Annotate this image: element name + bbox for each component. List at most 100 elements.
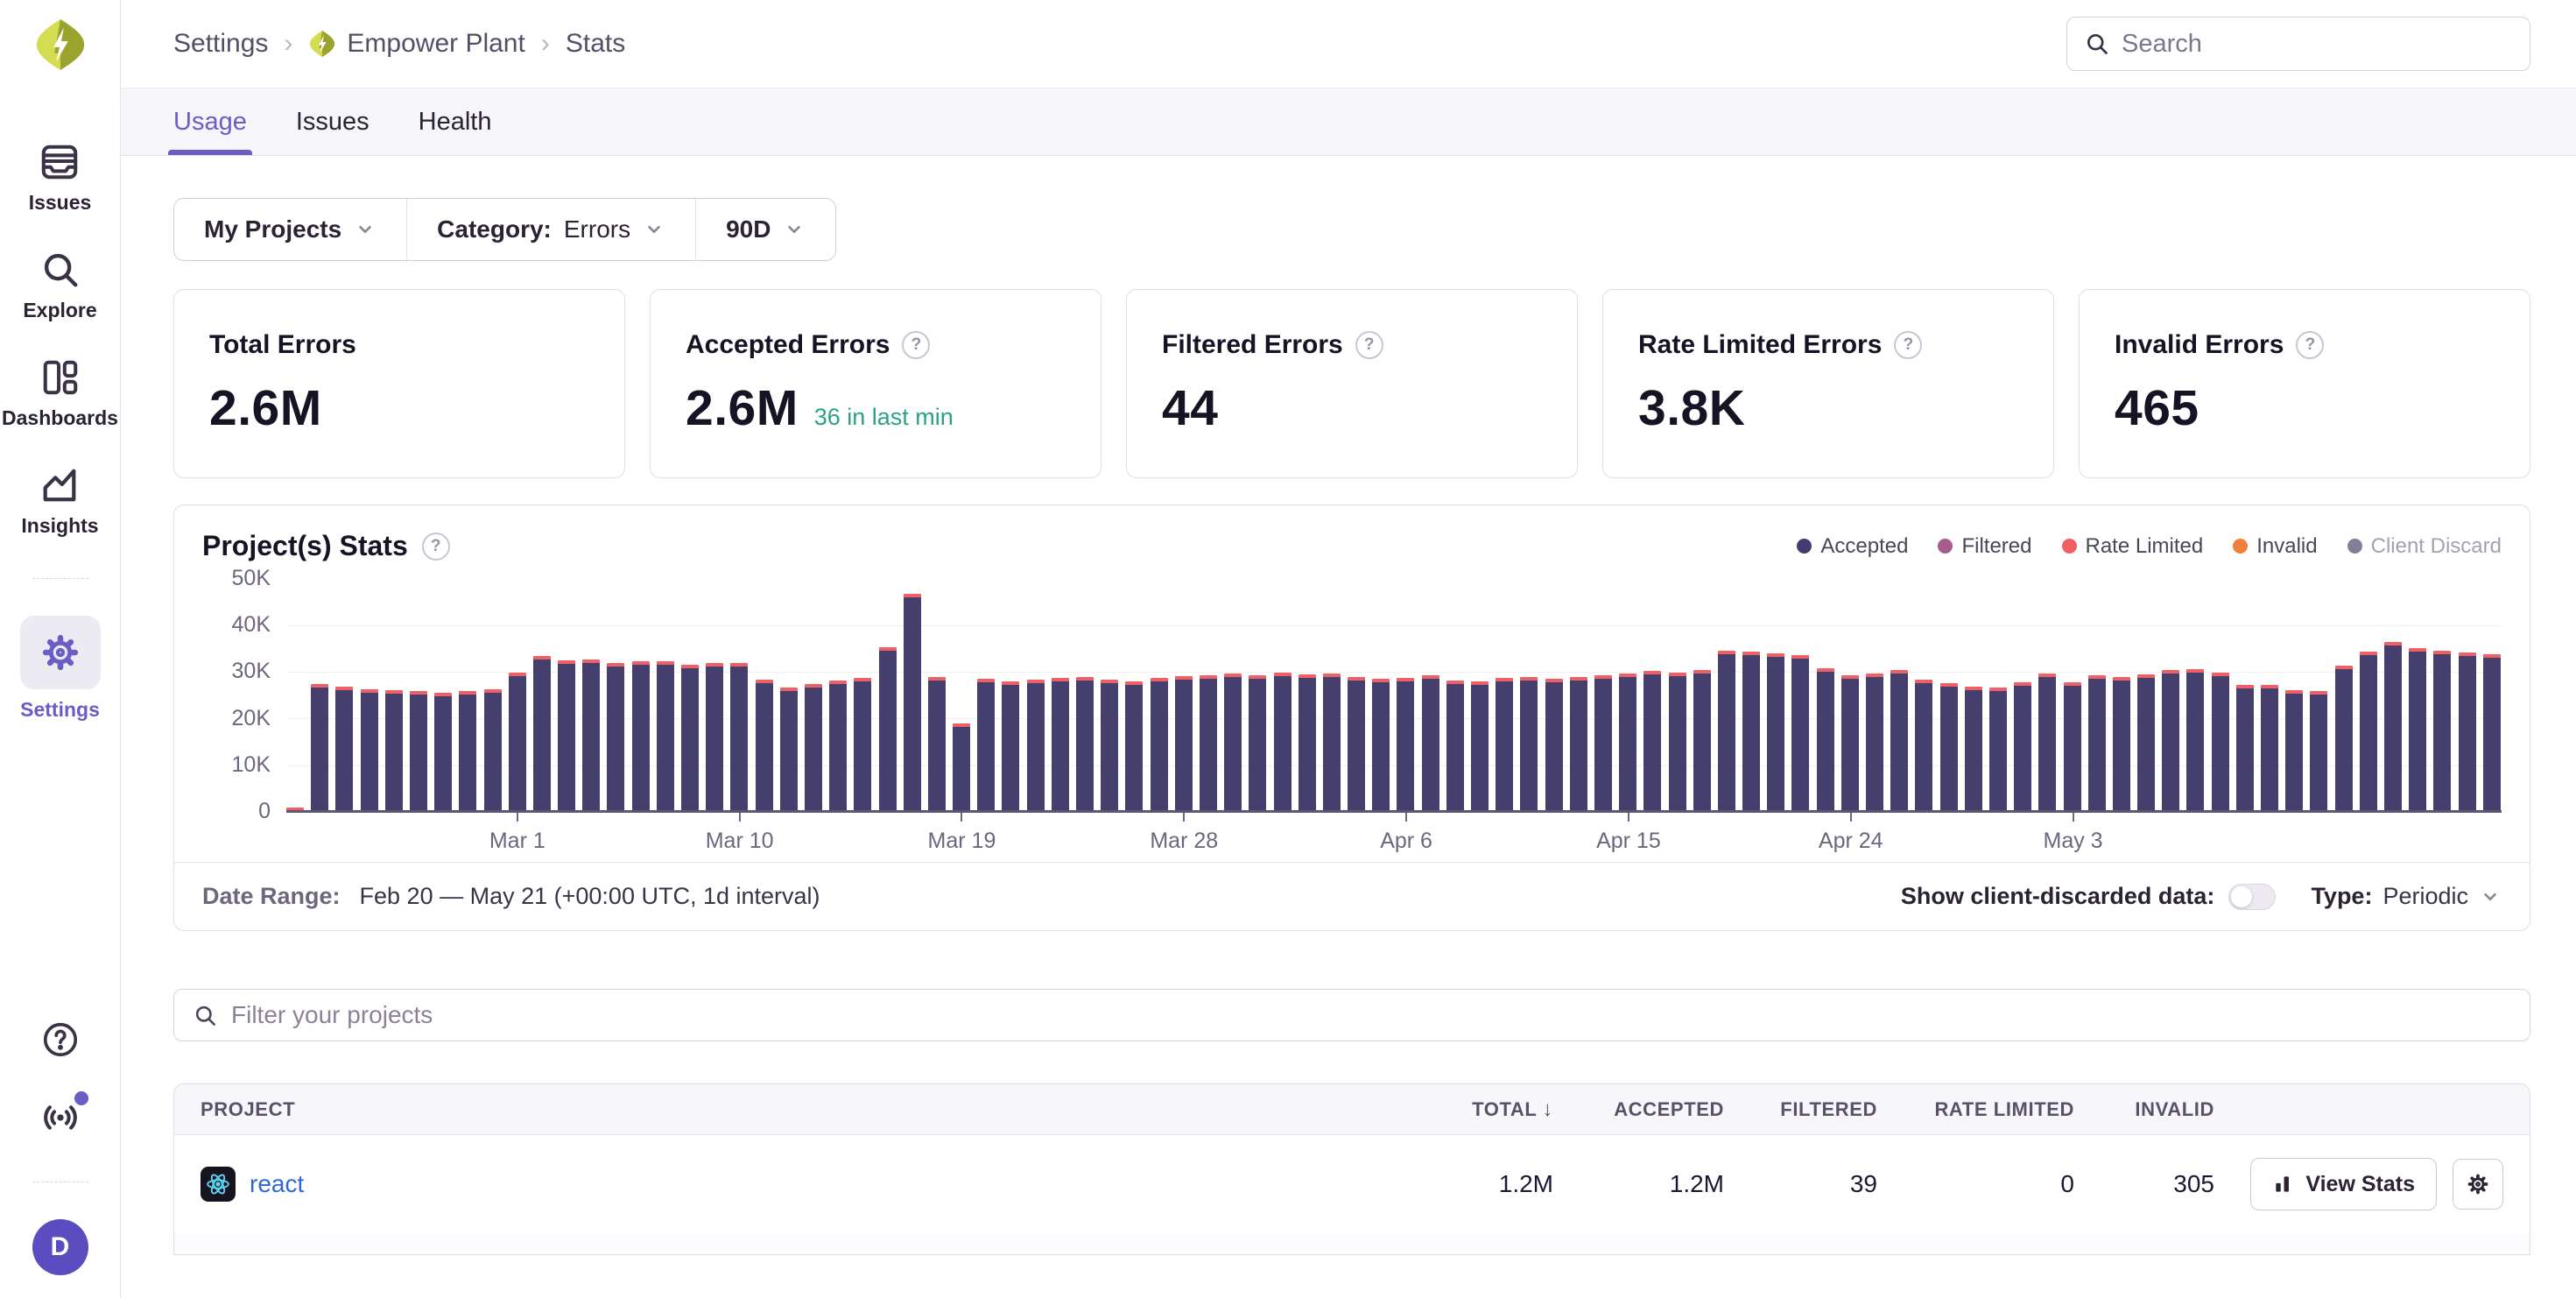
sort-desc-icon: ↓ bbox=[1542, 1097, 1553, 1122]
x-tickmark bbox=[517, 813, 518, 822]
chart-bar bbox=[1965, 687, 1982, 810]
breadcrumb-settings[interactable]: Settings bbox=[173, 29, 268, 59]
chevron-down-icon bbox=[354, 218, 377, 241]
card-value: 44 bbox=[1162, 379, 1218, 437]
help-icon bbox=[41, 1020, 80, 1059]
legend-item-filtered[interactable]: Filtered bbox=[1938, 534, 2031, 559]
gear-icon bbox=[40, 632, 81, 673]
tab-bar: Usage Issues Health bbox=[121, 88, 2576, 156]
chart-bar bbox=[1348, 677, 1365, 810]
category-selector[interactable]: Category: Errors bbox=[406, 199, 695, 260]
sidebar: Issues Explore Dashboards Insights Setti… bbox=[0, 0, 121, 1298]
chart-bar bbox=[1643, 671, 1661, 810]
tab-usage[interactable]: Usage bbox=[173, 88, 247, 155]
project-logo-icon bbox=[308, 30, 336, 58]
card-title: Filtered Errors bbox=[1162, 330, 1343, 360]
y-tick-label: 50K bbox=[232, 566, 271, 591]
legend-item-client-discard[interactable]: Client Discard bbox=[2347, 534, 2502, 559]
sidebar-item-issues[interactable]: Issues bbox=[29, 142, 92, 215]
whats-new-button[interactable] bbox=[41, 1098, 80, 1141]
chart-bar bbox=[484, 689, 502, 810]
insights-icon bbox=[39, 465, 80, 505]
legend-item-rate-limited[interactable]: Rate Limited bbox=[2062, 534, 2204, 559]
project-filter-input[interactable] bbox=[231, 1001, 2510, 1029]
x-tick-label: Apr 6 bbox=[1380, 829, 1432, 854]
breadcrumb-separator: › bbox=[284, 29, 292, 59]
user-avatar[interactable]: D bbox=[32, 1219, 88, 1275]
breadcrumb-separator: › bbox=[541, 29, 550, 59]
chart-plot bbox=[286, 580, 2502, 813]
sidebar-item-insights[interactable]: Insights bbox=[21, 465, 98, 538]
col-total[interactable]: TOTAL↓ bbox=[1404, 1097, 1553, 1122]
col-invalid[interactable]: INVALID bbox=[2074, 1098, 2214, 1121]
help-icon[interactable]: ? bbox=[422, 533, 450, 561]
card-value: 2.6M bbox=[686, 379, 799, 437]
project-selector-label: My Projects bbox=[204, 215, 341, 243]
help-icon[interactable]: ? bbox=[1894, 331, 1922, 359]
sidebar-item-settings[interactable]: Settings bbox=[20, 616, 101, 722]
chart-bar bbox=[977, 679, 995, 810]
col-filtered[interactable]: FILTERED bbox=[1724, 1098, 1877, 1121]
help-icon[interactable]: ? bbox=[902, 331, 930, 359]
chart-bar bbox=[1742, 652, 1760, 810]
card-title: Total Errors bbox=[209, 330, 356, 360]
chart-bar bbox=[361, 689, 378, 810]
x-axis: Mar 1Mar 10Mar 19Mar 28Apr 6Apr 15Apr 24… bbox=[286, 813, 2502, 862]
chart-controls: Date Range: Feb 20 — May 21 (+00:00 UTC,… bbox=[174, 862, 2530, 930]
client-discard-toggle[interactable] bbox=[2228, 884, 2276, 910]
legend-label: Rate Limited bbox=[2086, 534, 2204, 559]
chevron-down-icon bbox=[783, 218, 806, 241]
help-icon[interactable]: ? bbox=[2296, 331, 2324, 359]
chart-bar bbox=[2212, 673, 2229, 810]
react-platform-icon bbox=[201, 1167, 236, 1202]
chart-bar bbox=[1693, 670, 1711, 810]
y-tick-label: 0 bbox=[258, 799, 271, 824]
top-bar: Settings › Empower Plant › Stats bbox=[121, 0, 2576, 88]
chart-bar bbox=[1076, 677, 1094, 810]
col-accepted[interactable]: ACCEPTED bbox=[1553, 1098, 1724, 1121]
tab-issues[interactable]: Issues bbox=[296, 88, 370, 155]
chart-bar bbox=[1669, 673, 1686, 810]
x-tick-label: Apr 24 bbox=[1819, 829, 1883, 854]
chart-bar bbox=[2186, 669, 2204, 810]
tab-health[interactable]: Health bbox=[419, 88, 492, 155]
chart-bar bbox=[706, 663, 723, 810]
cell-accepted: 1.2M bbox=[1553, 1170, 1724, 1198]
chart-bar bbox=[1397, 678, 1414, 810]
x-tickmark bbox=[961, 813, 962, 822]
table-next-row-clipped bbox=[174, 1233, 2530, 1254]
project-link[interactable]: react bbox=[250, 1170, 304, 1198]
legend-item-invalid[interactable]: Invalid bbox=[2233, 534, 2317, 559]
cell-rate-limited: 0 bbox=[1877, 1170, 2074, 1198]
project-settings-button[interactable] bbox=[2453, 1159, 2503, 1210]
help-button[interactable] bbox=[41, 1020, 80, 1063]
card-invalid-errors: Invalid Errors ? 465 bbox=[2079, 289, 2530, 478]
chart-bar bbox=[854, 678, 871, 810]
help-icon[interactable]: ? bbox=[1355, 331, 1383, 359]
date-period-selector[interactable]: 90D bbox=[695, 199, 835, 260]
sidebar-divider bbox=[32, 578, 88, 579]
col-project[interactable]: PROJECT bbox=[201, 1098, 1404, 1121]
view-stats-button[interactable]: View Stats bbox=[2250, 1158, 2437, 1210]
legend-dot bbox=[2062, 539, 2077, 554]
sidebar-item-dashboards[interactable]: Dashboards bbox=[2, 357, 118, 430]
project-selector[interactable]: My Projects bbox=[174, 199, 406, 260]
sidebar-item-explore[interactable]: Explore bbox=[23, 250, 96, 322]
chart-bar bbox=[1175, 676, 1193, 810]
col-rate-limited[interactable]: RATE LIMITED bbox=[1877, 1098, 2074, 1121]
search-input[interactable] bbox=[2122, 30, 2512, 59]
global-search[interactable] bbox=[2066, 17, 2530, 71]
chart-bar bbox=[434, 693, 452, 810]
search-icon bbox=[194, 1004, 217, 1027]
date-range-label: Date Range: bbox=[202, 883, 341, 910]
project-filter[interactable] bbox=[173, 989, 2530, 1041]
type-selector[interactable]: Type: Periodic bbox=[2311, 883, 2502, 910]
x-tickmark bbox=[739, 813, 741, 822]
breadcrumb-project[interactable]: Empower Plant bbox=[308, 29, 524, 59]
stat-cards: Total Errors 2.6M Accepted Errors ? 2.6M… bbox=[173, 289, 2530, 478]
legend-item-accepted[interactable]: Accepted bbox=[1797, 534, 1908, 559]
legend-dot bbox=[2233, 539, 2248, 554]
org-logo[interactable] bbox=[33, 18, 88, 72]
card-filtered-errors: Filtered Errors ? 44 bbox=[1126, 289, 1578, 478]
sidebar-item-label: Dashboards bbox=[2, 406, 118, 430]
